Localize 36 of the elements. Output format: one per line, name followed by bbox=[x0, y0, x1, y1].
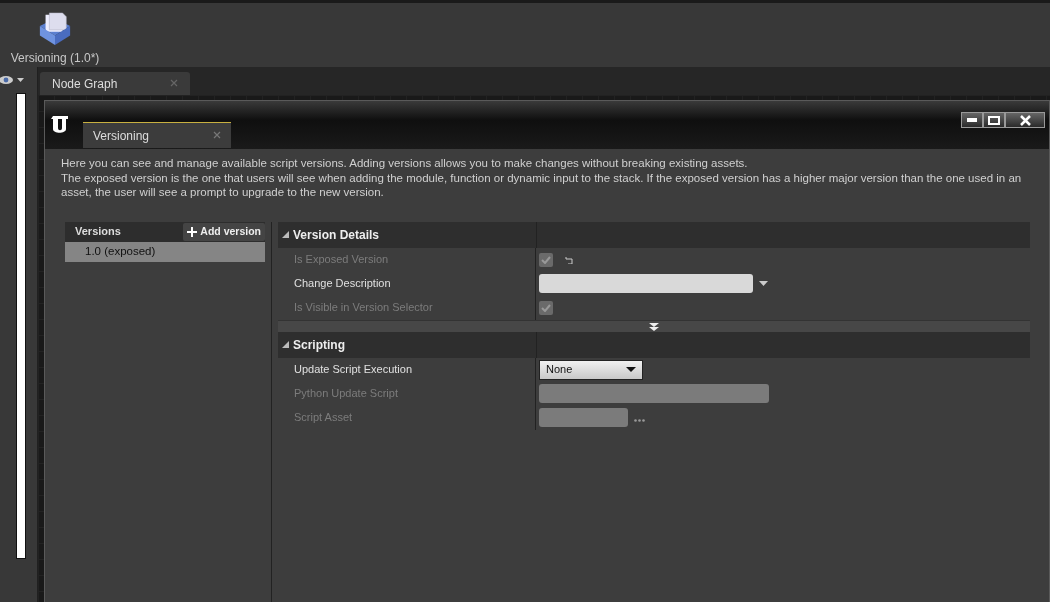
description-text: The exposed version is the one that users will see when adding the module, function or dynamic input to the stack. If the exposed version has a higher major version than the one used in an asset, the user will see a prompt to upgrade to the new version. bbox=[61, 170, 1023, 200]
property-label: Update Script Execution bbox=[294, 362, 412, 378]
text-field[interactable] bbox=[539, 274, 753, 293]
close-icon bbox=[1019, 114, 1031, 126]
dropdown-arrow-icon[interactable] bbox=[759, 281, 768, 286]
panel-title: Versions bbox=[75, 224, 121, 240]
more-icon[interactable] bbox=[634, 419, 645, 422]
maximize-button[interactable] bbox=[983, 112, 1005, 128]
collapse-arrow-icon bbox=[282, 231, 289, 238]
close-icon[interactable] bbox=[213, 131, 221, 139]
add-version-button[interactable]: Add version bbox=[183, 222, 265, 241]
dropdown[interactable]: None bbox=[539, 359, 643, 380]
property-label: Python Update Script bbox=[294, 386, 398, 402]
plus-icon bbox=[187, 226, 198, 237]
property-label: Change Description bbox=[294, 276, 391, 292]
description-text: Here you can see and manage available script versions. Adding versions allows you to make changes without breaking existing assets. bbox=[61, 156, 749, 171]
version-item[interactable]: 1.0 (exposed) bbox=[65, 241, 265, 262]
editor-tab[interactable]: Node Graph bbox=[40, 72, 190, 95]
maximize-icon bbox=[988, 115, 1000, 125]
property-label: Script Asset bbox=[294, 410, 353, 426]
caret-icon bbox=[626, 367, 636, 372]
minimize-button[interactable] bbox=[961, 112, 983, 128]
logo-icon bbox=[51, 114, 71, 136]
expand-arrow-icon bbox=[649, 322, 659, 331]
property-label: Is Visible in Version Selector bbox=[294, 300, 433, 316]
minimize-icon bbox=[967, 118, 977, 122]
category-header[interactable]: Version Details bbox=[278, 221, 1030, 248]
asset-label[interactable]: Versioning (1.0*) bbox=[10, 49, 100, 67]
category-header[interactable]: Scripting bbox=[278, 331, 1030, 358]
close-button[interactable] bbox=[1005, 112, 1045, 128]
dialog-tab[interactable]: Versioning bbox=[83, 122, 231, 148]
collapse-arrow-icon bbox=[282, 341, 289, 348]
close-icon bbox=[170, 79, 178, 87]
property-label: Is Exposed Version bbox=[294, 252, 389, 268]
eye-icon[interactable] bbox=[0, 75, 26, 85]
scrollbar[interactable] bbox=[16, 93, 26, 559]
